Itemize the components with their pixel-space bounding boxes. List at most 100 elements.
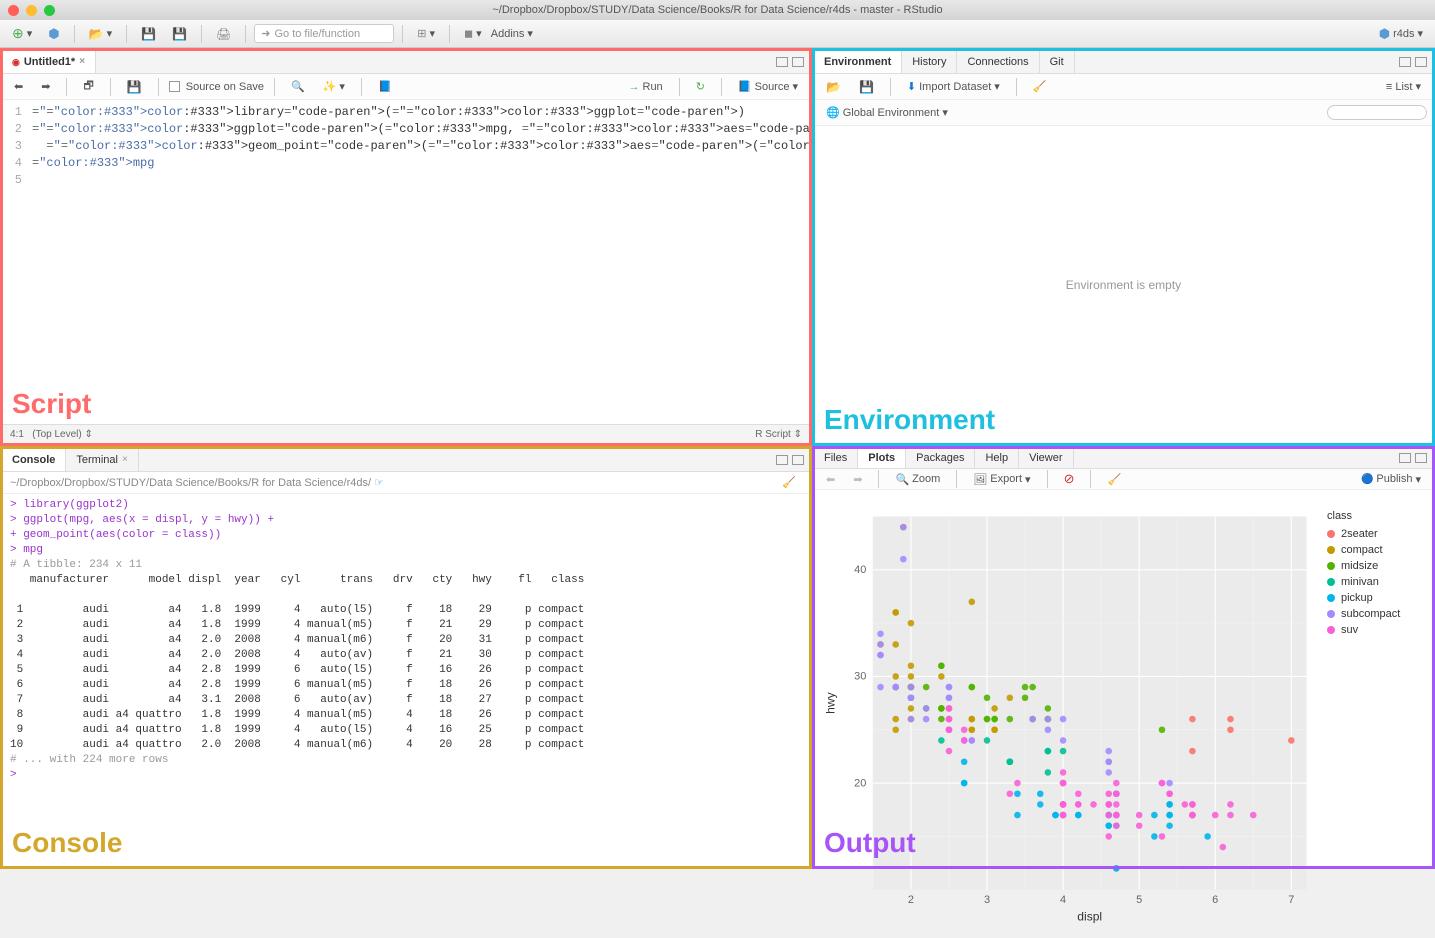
addins-button[interactable]: ◼▾ Addins ▾: [458, 25, 539, 42]
source-on-save-label: Source on Save: [186, 81, 264, 93]
cursor-position: 4:1: [10, 429, 24, 440]
zoom-button[interactable]: Zoom: [889, 471, 946, 488]
close-tab-button[interactable]: ×: [79, 56, 85, 67]
output-tab-help[interactable]: Help: [975, 448, 1019, 468]
new-project-button[interactable]: [42, 24, 65, 44]
save-all-button[interactable]: [166, 25, 193, 43]
publish-icon: [1361, 473, 1373, 485]
project-menu[interactable]: r4ds ▾: [1373, 24, 1429, 44]
script-tab[interactable]: Untitled1* ×: [2, 50, 96, 73]
new-file-button[interactable]: ▾: [6, 23, 38, 44]
output-tab-viewer[interactable]: Viewer: [1019, 448, 1073, 468]
delete-icon: [1064, 471, 1075, 487]
print-button[interactable]: [210, 25, 237, 43]
publish-button[interactable]: Publish ▾: [1355, 471, 1427, 488]
arrow-icon: [261, 27, 270, 40]
forward-button[interactable]: ➡: [35, 78, 56, 95]
back-icon: [826, 473, 835, 486]
forward-icon: [853, 473, 862, 486]
svg-text:4: 4: [1060, 894, 1066, 906]
console-working-dir: ~/Dropbox/Dropbox/STUDY/Data Science/Boo…: [10, 477, 371, 489]
console-output[interactable]: > library(ggplot2) > ggplot(mpg, aes(x =…: [2, 494, 810, 867]
load-workspace-button[interactable]: [820, 78, 847, 96]
clear-workspace-button[interactable]: [1027, 78, 1053, 95]
minimize-pane-button[interactable]: [776, 455, 788, 465]
zoom-icon: [895, 473, 909, 486]
file-type-indicator[interactable]: R Script ⇕: [755, 429, 802, 440]
env-tab-connections[interactable]: Connections: [957, 50, 1039, 73]
script-pane: Script Untitled1* × ⬅ ➡ 🗗 Source on Save…: [1, 49, 811, 445]
grid-icon: [417, 27, 426, 40]
minimize-pane-button[interactable]: [776, 57, 788, 67]
source-button[interactable]: Source ▾: [732, 78, 804, 95]
env-tab-git[interactable]: Git: [1040, 50, 1075, 73]
source-on-save-checkbox[interactable]: [169, 81, 180, 92]
svg-text:displ: displ: [1077, 909, 1102, 923]
view-mode-button[interactable]: ≡ List ▾: [1380, 78, 1427, 95]
source-icon: [738, 80, 752, 93]
run-button[interactable]: Run: [623, 79, 669, 95]
clear-plots-button[interactable]: [1101, 471, 1127, 488]
print-icon: [216, 27, 231, 41]
scope-indicator[interactable]: (Top Level) ⇕: [32, 429, 93, 440]
plot-next-button[interactable]: [847, 471, 868, 488]
environment-search-input[interactable]: [1327, 105, 1427, 120]
tools-button[interactable]: ▾: [411, 25, 441, 42]
svg-text:6: 6: [1212, 894, 1218, 906]
folder-icon: [89, 27, 104, 41]
project-icon: [1379, 26, 1390, 42]
svg-text:2: 2: [908, 894, 914, 906]
console-tab-console[interactable]: Console: [2, 448, 66, 471]
goto-file-input[interactable]: Go to file/function: [254, 24, 394, 43]
maximize-pane-button[interactable]: [792, 57, 804, 67]
broom-icon: [782, 476, 796, 489]
compile-report-button[interactable]: [372, 78, 398, 95]
plot-prev-button[interactable]: [820, 471, 841, 488]
export-button[interactable]: Export ▾: [967, 471, 1036, 488]
run-icon: [629, 81, 640, 93]
export-icon: [973, 473, 987, 486]
save-button[interactable]: [135, 25, 162, 43]
maximize-pane-button[interactable]: [1415, 453, 1427, 463]
save-workspace-button[interactable]: [853, 78, 880, 96]
wand-icon: [323, 80, 337, 93]
main-toolbar: ▾ ▾ Go to file/function ▾ ◼▾ Addins ▾ r4…: [0, 20, 1435, 48]
find-button[interactable]: [285, 78, 311, 95]
environment-scope-button[interactable]: 🌐 Global Environment ▾: [820, 104, 954, 121]
close-window-button[interactable]: [8, 5, 19, 16]
console-tab-terminal[interactable]: Terminal ×: [66, 448, 138, 471]
open-file-button[interactable]: ▾: [83, 25, 118, 43]
maximize-pane-button[interactable]: [792, 455, 804, 465]
env-tab-environment[interactable]: Environment: [814, 50, 902, 73]
save-icon: [127, 80, 142, 94]
svg-text:3: 3: [984, 894, 990, 906]
svg-text:20: 20: [854, 777, 866, 789]
maximize-pane-button[interactable]: [1415, 57, 1427, 67]
minimize-pane-button[interactable]: [1399, 453, 1411, 463]
import-dataset-button[interactable]: Import Dataset ▾: [901, 78, 1006, 95]
save-icon: [859, 80, 874, 94]
env-tab-history[interactable]: History: [902, 50, 957, 73]
remove-plot-button[interactable]: [1058, 469, 1081, 489]
rerun-button[interactable]: [690, 78, 711, 95]
minimize-window-button[interactable]: [26, 5, 37, 16]
console-path-browse[interactable]: ☞: [374, 476, 384, 489]
output-tab-files[interactable]: Files: [814, 448, 858, 468]
rerun-icon: [696, 80, 705, 93]
environment-empty-message: Environment is empty: [1066, 278, 1181, 292]
back-button[interactable]: ⬅: [8, 78, 29, 95]
code-editor[interactable]: 1="="color:#333">color:#333">library="co…: [2, 100, 810, 424]
svg-text:7: 7: [1288, 894, 1294, 906]
hex-icon: [48, 26, 59, 42]
save-script-button[interactable]: [121, 78, 148, 96]
console-pane: Console ConsoleTerminal × ~/Dropbox/Drop…: [1, 447, 811, 868]
output-tab-plots[interactable]: Plots: [858, 448, 906, 468]
minimize-pane-button[interactable]: [1399, 57, 1411, 67]
maximize-window-button[interactable]: [44, 5, 55, 16]
output-tab-packages[interactable]: Packages: [906, 448, 975, 468]
clear-console-button[interactable]: [776, 474, 802, 491]
code-tools-button[interactable]: ▾: [317, 78, 351, 95]
show-in-new-window-button[interactable]: 🗗: [77, 75, 99, 98]
svg-text:30: 30: [854, 671, 866, 683]
import-icon: [907, 80, 916, 93]
